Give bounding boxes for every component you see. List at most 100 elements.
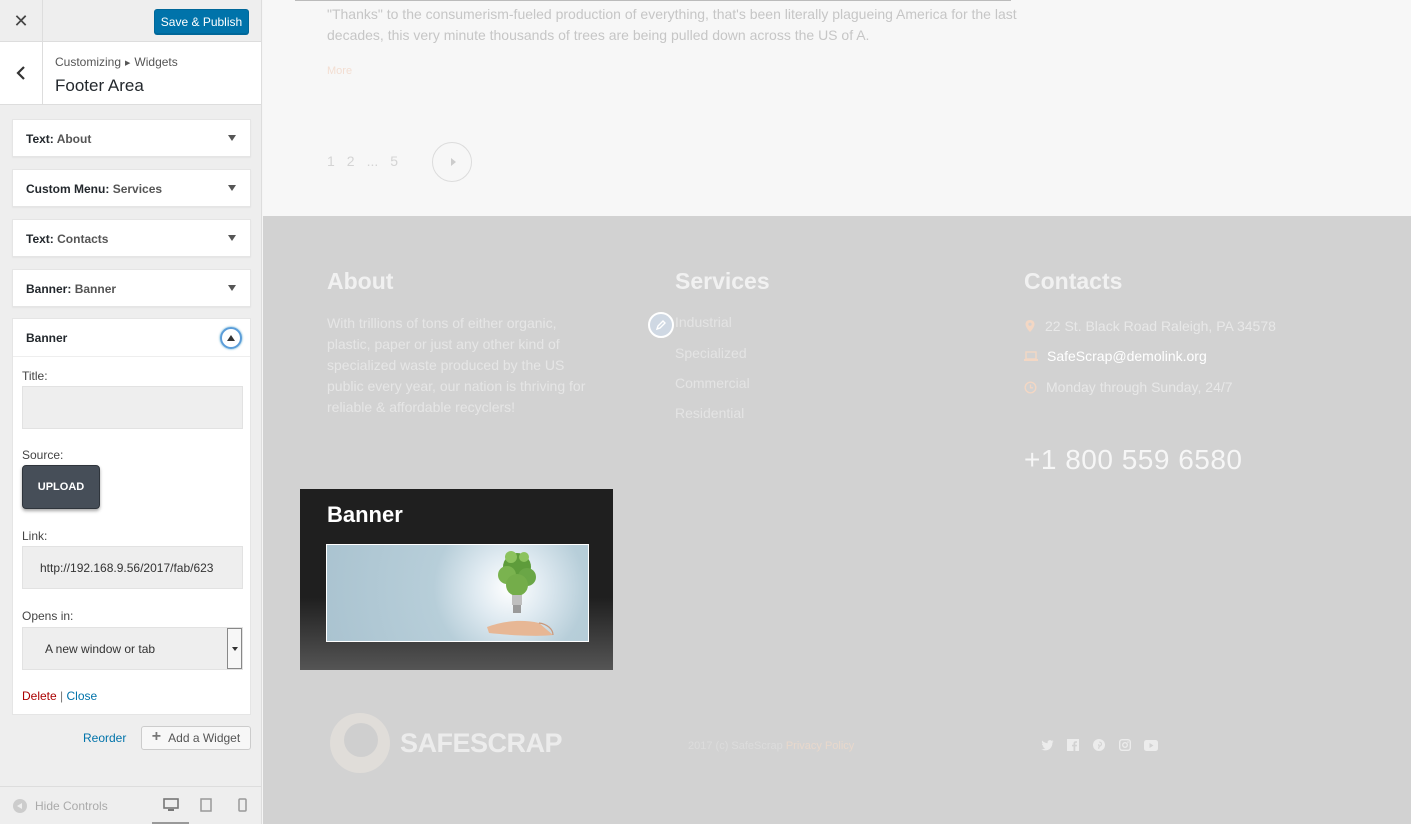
services-item[interactable]: Industrial — [675, 314, 732, 330]
widget-text-about[interactable]: Text: About — [12, 119, 251, 157]
phone-number[interactable]: +1 800 559 6580 — [1024, 444, 1242, 476]
title-input[interactable] — [22, 386, 243, 429]
breadcrumb: Customizing ▶ Widgets — [55, 55, 178, 69]
opens-in-select[interactable]: A new window or tab — [22, 627, 243, 670]
customizer-footer: Hide Controls — [0, 786, 261, 824]
lightbulb-hand-illustration — [487, 551, 554, 636]
widget-sep: : — [105, 182, 110, 196]
widget-title: Text: Contacts — [26, 232, 108, 246]
logo-text: SAFESCRAP — [400, 727, 563, 758]
add-widget-button[interactable]: + Add a Widget — [141, 726, 251, 750]
page-link[interactable]: 5 — [390, 153, 398, 169]
link-input[interactable]: http://192.168.9.56/2017/fab/623 — [22, 546, 243, 589]
widget-sep: : — [49, 132, 54, 146]
widget-type: Custom Menu — [26, 182, 106, 196]
link-label: Link: — [22, 529, 48, 543]
banner-image[interactable] — [326, 544, 589, 642]
widget-instance: Services — [112, 182, 163, 196]
blog-content: "Thanks" to the consumerism-fueled produ… — [263, 0, 1411, 216]
desktop-icon[interactable] — [163, 798, 179, 812]
expand-arrow-icon[interactable] — [228, 285, 236, 291]
widget-sep: : — [49, 232, 54, 246]
logo-mark-icon — [330, 713, 390, 773]
copyright-text: 2017 (c) SafeScrap — [688, 740, 783, 752]
site-logo[interactable]: SAFESCRAP — [330, 713, 563, 773]
widget-custom-menu-services[interactable]: Custom Menu: Services — [12, 169, 251, 207]
back-button[interactable] — [0, 42, 43, 104]
banner-widget-preview: Banner — [300, 489, 613, 670]
page-ellipsis: ... — [366, 153, 379, 169]
more-link[interactable]: More — [327, 65, 352, 77]
source-label: Source: — [22, 448, 64, 462]
widget-type: Banner — [26, 282, 68, 296]
contact-hours: Monday through Sunday, 24/7 — [1024, 379, 1233, 395]
dropdown-arrow-icon[interactable] — [227, 628, 242, 669]
facebook-icon[interactable] — [1066, 738, 1080, 752]
services-item[interactable]: Commercial — [675, 375, 750, 391]
opens-in-value: A new window or tab — [45, 642, 156, 656]
widget-text-contacts[interactable]: Text: Contacts — [12, 219, 251, 257]
services-item[interactable]: Residential — [675, 405, 744, 421]
breadcrumb-child: Widgets — [134, 55, 178, 69]
clock-icon — [1024, 380, 1037, 394]
widget-actions: Delete | Close — [22, 689, 97, 703]
title-label: Title: — [22, 369, 48, 383]
privacy-policy-link[interactable]: Privacy Policy — [786, 740, 854, 752]
expand-arrow-icon[interactable] — [228, 185, 236, 191]
widget-type: Text — [26, 232, 50, 246]
collapse-icon — [13, 799, 27, 813]
mobile-icon[interactable] — [238, 798, 247, 812]
youtube-icon[interactable] — [1144, 738, 1158, 752]
address-text: 22 St. Black Road Raleigh, PA 34578 — [1045, 318, 1276, 334]
site-preview: "Thanks" to the consumerism-fueled produ… — [263, 0, 1411, 824]
close-customizer-button[interactable]: ✕ — [0, 0, 43, 42]
expanded-widget-header[interactable]: Banner — [13, 319, 250, 357]
next-page-button[interactable] — [432, 142, 472, 182]
widget-instance: About — [56, 132, 92, 146]
pagination: 1 2 ... 5 — [327, 153, 398, 169]
site-footer: About With trillions of tons of either o… — [263, 216, 1411, 824]
tablet-icon[interactable] — [200, 798, 212, 812]
about-text: With trillions of tons of either organic… — [327, 315, 586, 415]
contact-email[interactable]: SafeScrap@demolink.org — [1024, 348, 1207, 364]
actions-divider: | — [60, 689, 64, 703]
hide-controls-button[interactable]: Hide Controls — [13, 799, 108, 813]
breadcrumb-separator-icon: ▶ — [125, 60, 131, 67]
chevron-left-icon — [16, 66, 25, 80]
contact-address: 22 St. Black Road Raleigh, PA 34578 — [1024, 318, 1276, 334]
instagram-icon[interactable] — [1118, 738, 1132, 752]
save-publish-button[interactable]: Save & Publish — [154, 9, 249, 34]
social-links — [1040, 738, 1158, 752]
widget-title: Custom Menu: Services — [26, 182, 162, 196]
expand-arrow-icon[interactable] — [228, 235, 236, 241]
upload-button[interactable]: UPLOAD — [22, 465, 100, 509]
chevron-right-icon — [450, 158, 456, 166]
services-item[interactable]: Specialized — [675, 345, 747, 361]
section-header: Customizing ▶ Widgets Footer Area — [0, 42, 261, 105]
copyright: 2017 (c) SafeScrap Privacy Policy — [688, 740, 854, 752]
page-link[interactable]: 1 — [327, 153, 335, 169]
twitter-icon[interactable] — [1040, 738, 1054, 752]
about-heading: About — [327, 268, 394, 294]
reorder-link[interactable]: Reorder — [83, 731, 126, 745]
widget-banner-banner[interactable]: Banner: Banner — [12, 269, 251, 307]
edit-shortcut-pencil-icon[interactable] — [648, 312, 674, 338]
expand-arrow-icon[interactable] — [228, 135, 236, 141]
opens-in-label: Opens in: — [22, 609, 74, 623]
widget-banner-expanded: Banner Title: Source: UPLOAD Link: http:… — [12, 318, 251, 715]
breadcrumb-root: Customizing — [55, 55, 122, 69]
pinterest-icon[interactable] — [1092, 738, 1106, 752]
banner-heading: Banner — [327, 502, 403, 527]
close-link[interactable]: Close — [67, 689, 98, 703]
email-text[interactable]: SafeScrap@demolink.org — [1047, 348, 1207, 364]
page-link[interactable]: 2 — [347, 153, 355, 169]
plus-icon: + — [151, 728, 162, 745]
delete-link[interactable]: Delete — [22, 689, 57, 703]
widget-sep: : — [67, 282, 72, 296]
widget-title: Text: About — [26, 132, 91, 146]
widget-type: Text — [26, 132, 50, 146]
collapse-toggle-icon[interactable] — [220, 327, 242, 349]
laptop-icon — [1024, 351, 1038, 361]
article-excerpt: "Thanks" to the consumerism-fueled produ… — [327, 6, 1017, 43]
section-title: Footer Area — [55, 76, 144, 95]
